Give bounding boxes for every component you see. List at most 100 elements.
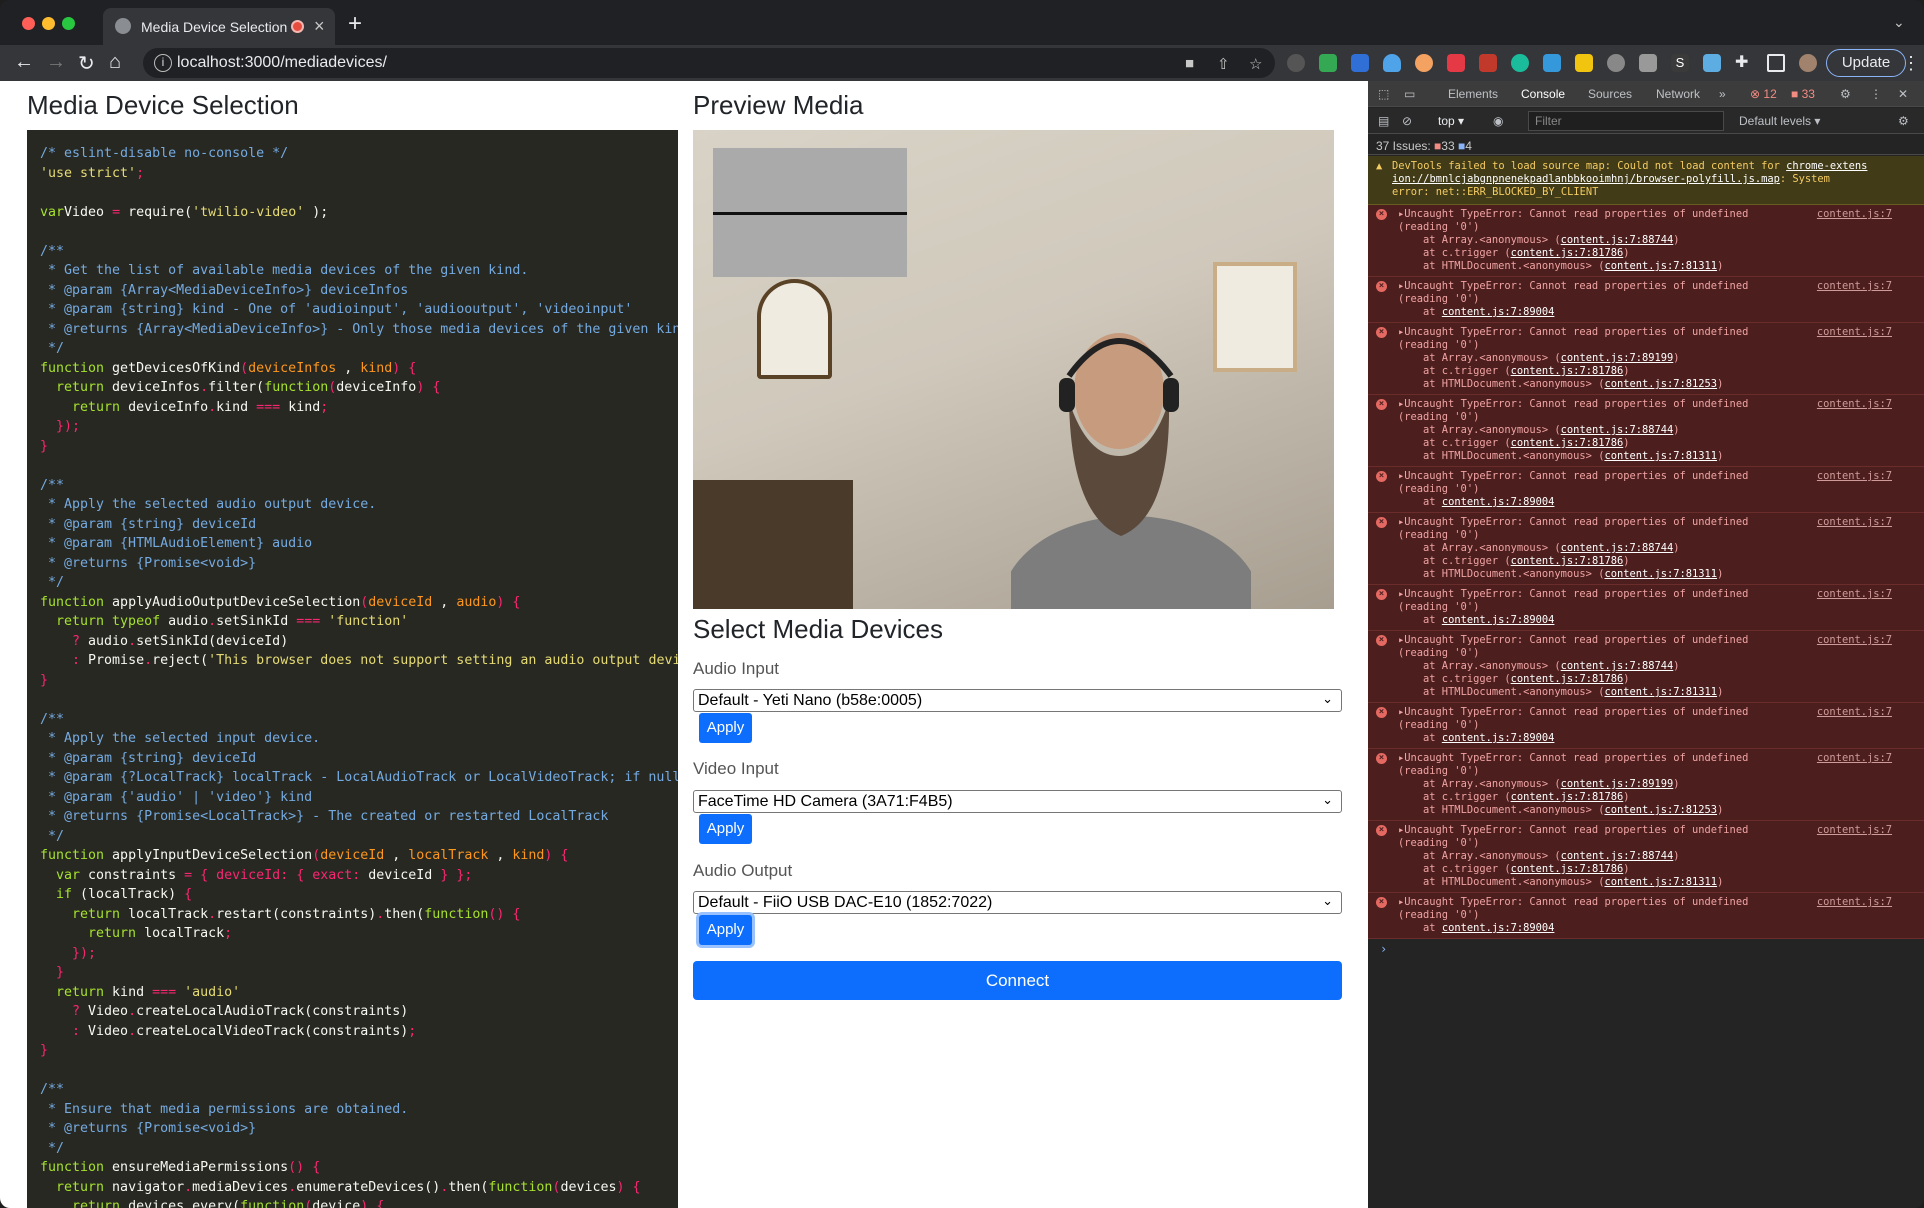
stack-frame-link[interactable]: content.js:7:89004 — [1442, 496, 1555, 508]
context-select[interactable]: top ▾ — [1438, 114, 1464, 128]
close-window-button[interactable] — [22, 17, 35, 30]
camera-icon[interactable]: ■ — [1185, 55, 1194, 72]
tab-sources[interactable]: Sources — [1588, 87, 1632, 101]
log-levels-dropdown[interactable]: Default levels ▾ — [1739, 114, 1820, 128]
stack-frame-link[interactable]: content.js:7:88744 — [1561, 424, 1674, 436]
console-error[interactable]: × ▸Uncaught TypeError: Cannot read proper… — [1368, 585, 1924, 631]
forward-icon[interactable]: → — [46, 51, 66, 74]
stack-frame-link[interactable]: content.js:7:88744 — [1561, 542, 1674, 554]
warning-count-badge[interactable]: ■ 33 — [1791, 87, 1815, 101]
console-error[interactable]: × ▸Uncaught TypeError: Cannot read proper… — [1368, 277, 1924, 323]
warning-link[interactable]: chrome-extens — [1786, 160, 1867, 172]
console-error[interactable]: × ▸Uncaught TypeError: Cannot read proper… — [1368, 467, 1924, 513]
address-bar[interactable]: i localhost:3000/mediadevices/ ■ ⇧ ☆ — [143, 48, 1275, 78]
stack-frame-link[interactable]: content.js:7:81786 — [1511, 437, 1624, 449]
reload-icon[interactable]: ↻ — [78, 51, 95, 76]
extension-icon[interactable] — [1383, 54, 1401, 72]
more-tabs-icon[interactable]: » — [1719, 87, 1726, 101]
stack-frame-link[interactable]: content.js:7:88744 — [1561, 850, 1674, 862]
extension-icon[interactable] — [1703, 54, 1721, 72]
console-error[interactable]: × ▸Uncaught TypeError: Cannot read proper… — [1368, 323, 1924, 395]
stack-frame-link[interactable]: content.js:7:89199 — [1561, 778, 1674, 790]
error-source-link[interactable]: content.js:7 — [1817, 824, 1892, 837]
console-error[interactable]: × ▸Uncaught TypeError: Cannot read proper… — [1368, 893, 1924, 939]
extension-icon[interactable] — [1639, 54, 1657, 72]
more-vert-icon[interactable]: ⋮ — [1902, 53, 1920, 74]
stack-frame-link[interactable]: content.js:7:88744 — [1561, 234, 1674, 246]
back-icon[interactable]: ← — [14, 51, 34, 74]
extension-icon[interactable] — [1607, 54, 1625, 72]
extension-icon[interactable] — [1319, 54, 1337, 72]
extension-icon[interactable] — [1575, 54, 1593, 72]
update-button[interactable]: Update — [1826, 49, 1906, 77]
stack-frame-link[interactable]: content.js:7:89004 — [1442, 614, 1555, 626]
sidepanel-icon[interactable] — [1767, 54, 1785, 72]
stack-frame-link[interactable]: content.js:7:81786 — [1511, 791, 1624, 803]
audio-input-select[interactable]: Default - Yeti Nano (b58e:0005) ⌄ — [693, 689, 1342, 712]
chevron-down-icon[interactable]: ⌄ — [1893, 14, 1905, 31]
avatar[interactable] — [1799, 54, 1817, 72]
apply-audio-output-button[interactable]: Apply — [699, 915, 752, 945]
stack-frame-link[interactable]: content.js:7:89004 — [1442, 732, 1555, 744]
tab-console[interactable]: Console — [1521, 87, 1565, 101]
eye-icon[interactable]: ◉ — [1493, 114, 1503, 128]
console-error[interactable]: × ▸Uncaught TypeError: Cannot read proper… — [1368, 703, 1924, 749]
console-error[interactable]: × ▸Uncaught TypeError: Cannot read proper… — [1368, 749, 1924, 821]
console-error[interactable]: × ▸Uncaught TypeError: Cannot read proper… — [1368, 205, 1924, 277]
stack-frame-link[interactable]: content.js:7:89199 — [1561, 352, 1674, 364]
extension-icon[interactable] — [1351, 54, 1369, 72]
error-source-link[interactable]: content.js:7 — [1817, 752, 1892, 765]
new-tab-button[interactable]: + — [348, 10, 362, 38]
extension-icon[interactable] — [1479, 54, 1497, 72]
sidebar-toggle-icon[interactable]: ▤ — [1378, 114, 1389, 128]
tab-elements[interactable]: Elements — [1448, 87, 1498, 101]
settings-gear-icon[interactable]: ⚙ — [1898, 114, 1909, 128]
connect-button[interactable]: Connect — [693, 961, 1342, 1000]
puzzle-icon[interactable]: ✚ — [1735, 54, 1753, 72]
stack-frame-link[interactable]: content.js:7:81253 — [1604, 804, 1717, 816]
extension-icon[interactable] — [1447, 54, 1465, 72]
console-error[interactable]: × ▸Uncaught TypeError: Cannot read proper… — [1368, 513, 1924, 585]
apply-video-input-button[interactable]: Apply — [699, 814, 752, 844]
stack-frame-link[interactable]: content.js:7:81786 — [1511, 555, 1624, 567]
stack-frame-link[interactable]: content.js:7:81311 — [1604, 450, 1717, 462]
stack-frame-link[interactable]: content.js:7:81786 — [1511, 247, 1624, 259]
error-source-link[interactable]: content.js:7 — [1817, 706, 1892, 719]
console-prompt[interactable]: › — [1368, 939, 1924, 960]
clear-console-icon[interactable]: ⊘ — [1402, 114, 1412, 128]
stack-frame-link[interactable]: content.js:7:81311 — [1604, 260, 1717, 272]
more-vert-icon[interactable]: ⋮ — [1870, 87, 1882, 101]
audio-output-select[interactable]: Default - FiiO USB DAC-E10 (1852:7022) ⌄ — [693, 891, 1342, 914]
error-source-link[interactable]: content.js:7 — [1817, 516, 1892, 529]
extension-icon[interactable] — [1543, 54, 1561, 72]
warning-link[interactable]: ion://bmnlcjabgnpnenekpadlanbbkooimhnj/b… — [1392, 173, 1780, 185]
share-icon[interactable]: ⇧ — [1217, 55, 1230, 73]
error-source-link[interactable]: content.js:7 — [1817, 326, 1892, 339]
browser-tab[interactable]: Media Device Selection × — [103, 8, 335, 45]
error-source-link[interactable]: content.js:7 — [1817, 896, 1892, 909]
issues-bar[interactable]: 37 Issues: ■33 ■4 — [1368, 135, 1924, 155]
extension-icon[interactable] — [1287, 54, 1305, 72]
info-icon[interactable]: i — [154, 54, 172, 72]
error-source-link[interactable]: content.js:7 — [1817, 208, 1892, 221]
console-error[interactable]: × ▸Uncaught TypeError: Cannot read proper… — [1368, 395, 1924, 467]
console-error[interactable]: × ▸Uncaught TypeError: Cannot read proper… — [1368, 631, 1924, 703]
stack-frame-link[interactable]: content.js:7:81786 — [1511, 365, 1624, 377]
stack-frame-link[interactable]: content.js:7:81786 — [1511, 863, 1624, 875]
inspect-icon[interactable]: ⬚ — [1378, 87, 1389, 101]
stack-frame-link[interactable]: content.js:7:81786 — [1511, 673, 1624, 685]
home-icon[interactable]: ⌂ — [109, 51, 121, 74]
bookmark-star-icon[interactable]: ☆ — [1249, 55, 1262, 73]
stack-frame-link[interactable]: content.js:7:81311 — [1604, 686, 1717, 698]
close-tab-icon[interactable]: × — [314, 16, 325, 37]
apply-audio-input-button[interactable]: Apply — [699, 713, 752, 743]
extension-icon[interactable] — [1415, 54, 1433, 72]
error-count-badge[interactable]: ⊗ 12 — [1750, 87, 1777, 101]
close-icon[interactable]: ✕ — [1898, 87, 1908, 101]
stack-frame-link[interactable]: content.js:7:89004 — [1442, 922, 1555, 934]
zoom-window-button[interactable] — [62, 17, 75, 30]
stack-frame-link[interactable]: content.js:7:88744 — [1561, 660, 1674, 672]
device-toolbar-icon[interactable]: ▭ — [1404, 87, 1415, 101]
error-source-link[interactable]: content.js:7 — [1817, 588, 1892, 601]
stack-frame-link[interactable]: content.js:7:81311 — [1604, 568, 1717, 580]
